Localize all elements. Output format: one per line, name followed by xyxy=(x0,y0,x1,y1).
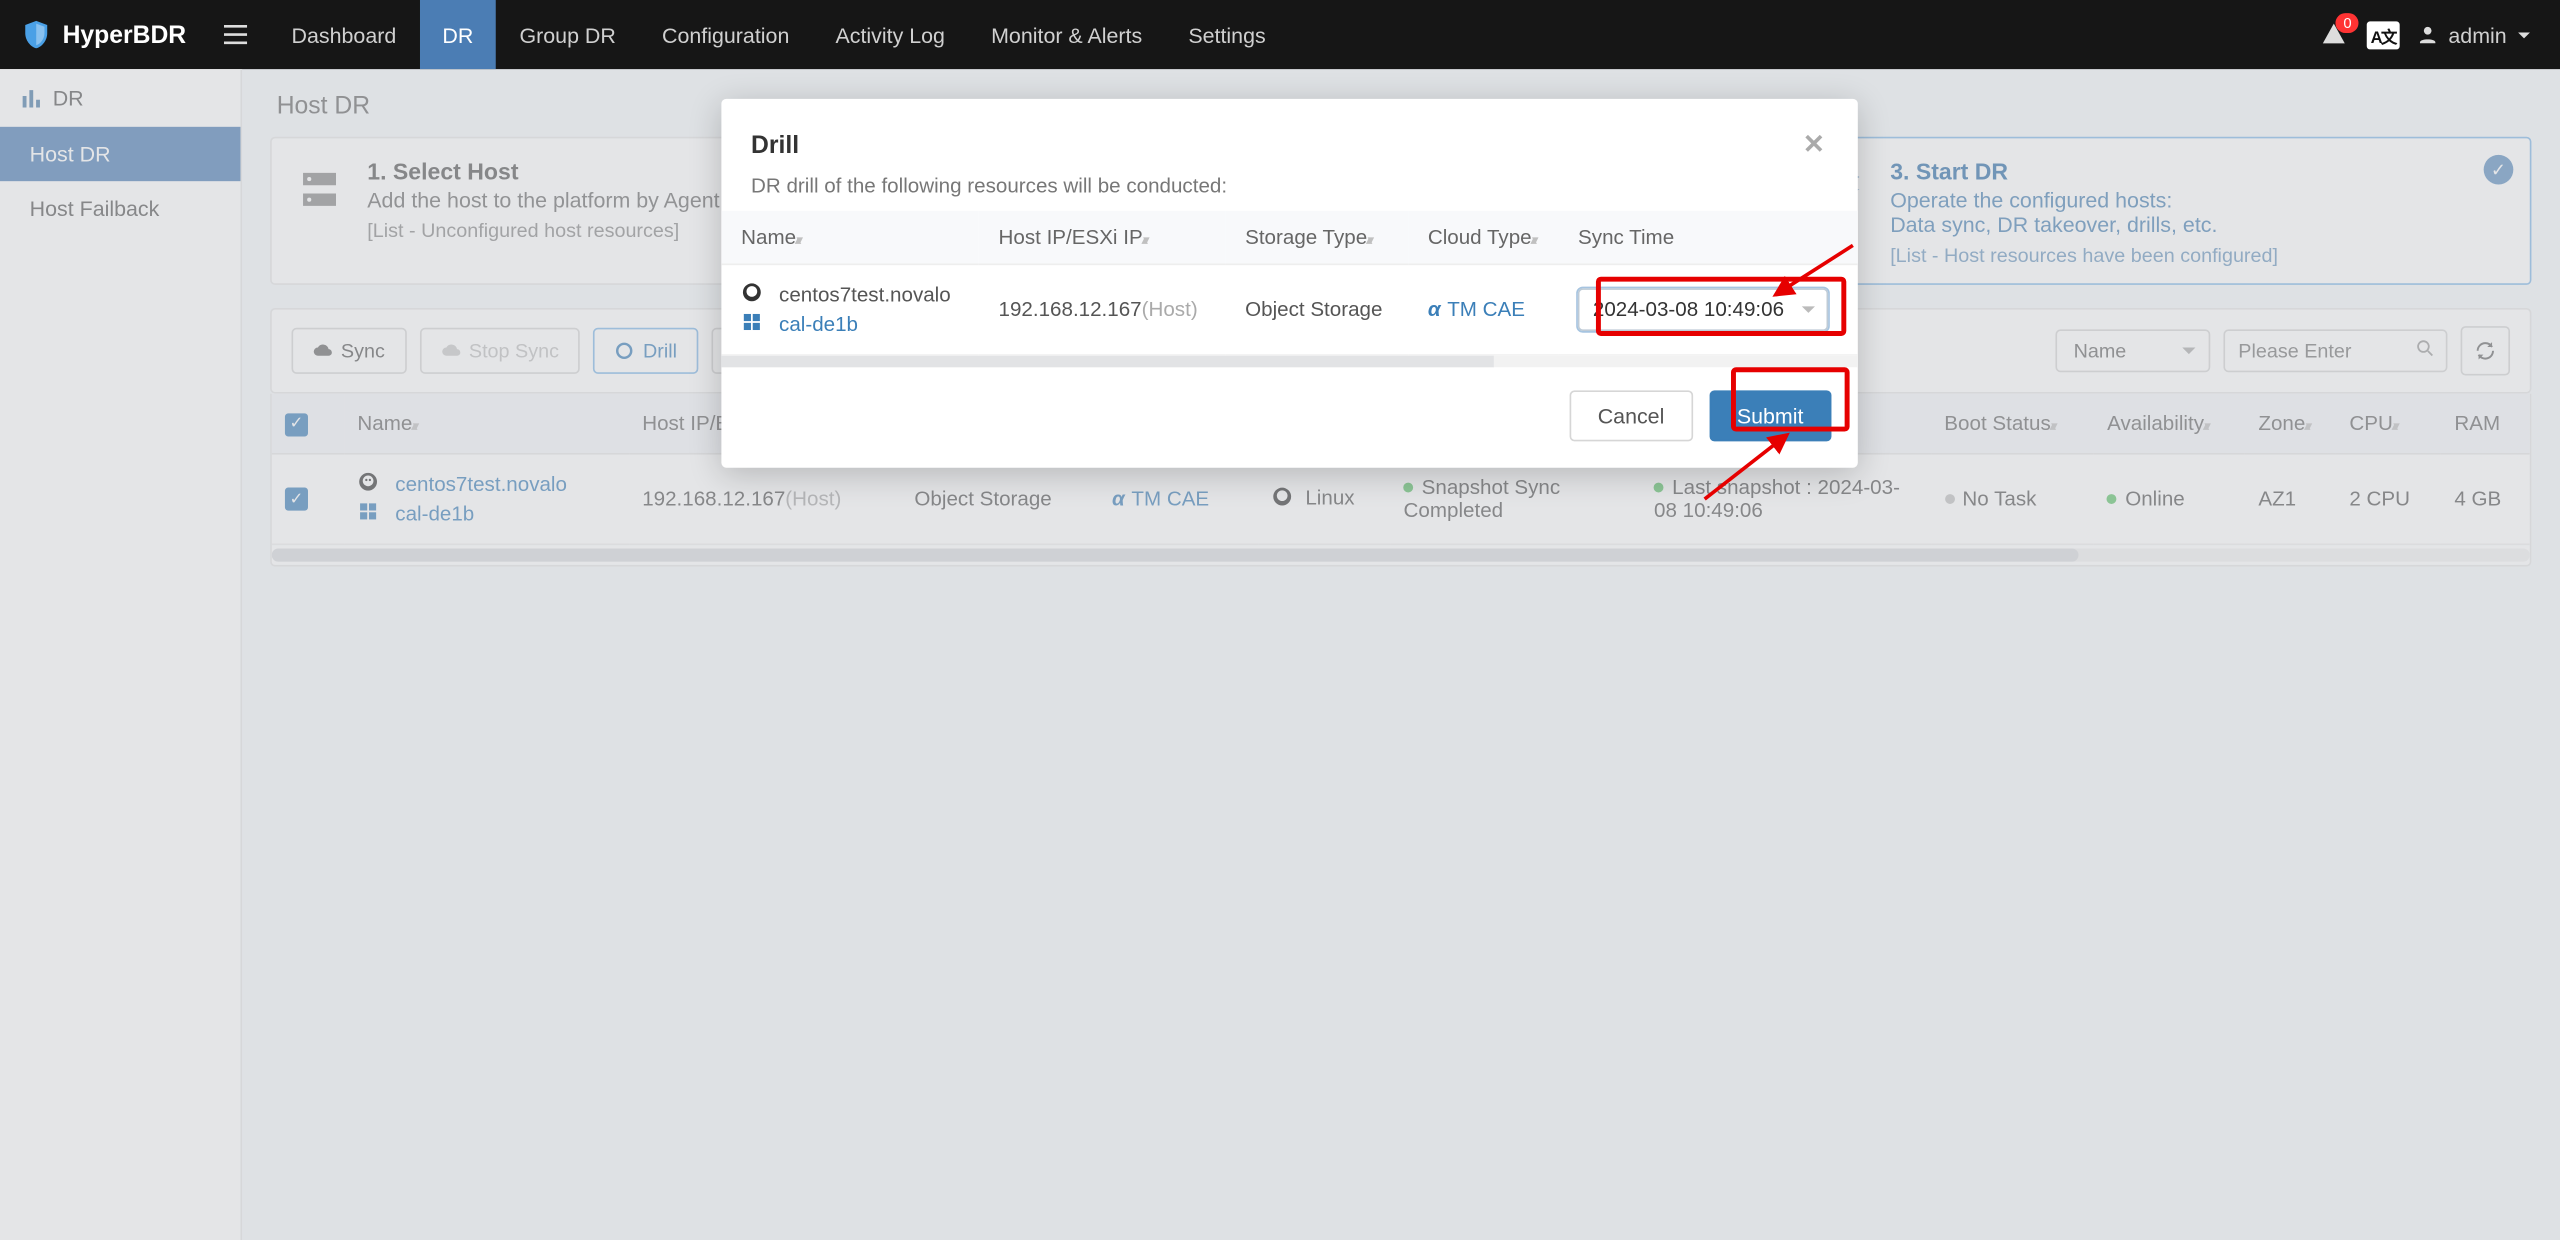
cloud-alpha-icon: α xyxy=(1428,298,1441,321)
modal-title: Drill xyxy=(751,131,799,159)
chevron-down-icon xyxy=(2517,27,2532,42)
shield-icon xyxy=(20,18,53,51)
mrow-name2: cal-de1b xyxy=(779,313,858,336)
modal-h-scrollbar[interactable] xyxy=(721,356,1857,368)
submit-button[interactable]: Submit xyxy=(1709,390,1832,441)
grid-icon xyxy=(741,311,762,337)
sync-time-select[interactable]: 2024-03-08 10:49:06 xyxy=(1578,288,1828,331)
notif-badge: 0 xyxy=(2336,13,2359,33)
nav-configuration[interactable]: Configuration xyxy=(639,0,812,69)
mrow-cloud: TM CAE xyxy=(1447,298,1525,321)
mcol-cloud[interactable]: Cloud Type xyxy=(1408,211,1558,265)
drill-modal: Drill ✕ DR drill of the following resour… xyxy=(721,99,1857,468)
nav-dashboard[interactable]: Dashboard xyxy=(268,0,419,69)
mrow-hostip-tag: (Host) xyxy=(1142,298,1198,321)
modal-table: Name Host IP/ESXi IP Storage Type Cloud … xyxy=(721,211,1857,356)
mrow-hostip: 192.168.12.167 xyxy=(999,298,1142,321)
nav-activity-log[interactable]: Activity Log xyxy=(812,0,968,69)
mcol-hostip[interactable]: Host IP/ESXi IP xyxy=(979,211,1226,265)
topbar: HyperBDR Dashboard DR Group DR Configura… xyxy=(0,0,2560,69)
nav-dr[interactable]: DR xyxy=(419,0,496,69)
language-toggle[interactable]: A文 xyxy=(2367,21,2399,49)
mcol-name[interactable]: Name xyxy=(721,211,978,265)
mcol-storage[interactable]: Storage Type xyxy=(1225,211,1408,265)
nav-monitor-alerts[interactable]: Monitor & Alerts xyxy=(968,0,1165,69)
nav-settings[interactable]: Settings xyxy=(1165,0,1288,69)
cancel-button[interactable]: Cancel xyxy=(1570,390,1693,441)
mcol-synctime[interactable]: Sync Time xyxy=(1558,211,1858,265)
user-menu[interactable]: admin xyxy=(2415,22,2531,47)
nav-group-dr[interactable]: Group DR xyxy=(496,0,639,69)
mrow-storage: Object Storage xyxy=(1225,264,1408,355)
main-nav: Dashboard DR Group DR Configuration Acti… xyxy=(268,0,1288,69)
user-label: admin xyxy=(2448,22,2506,47)
modal-desc: DR drill of the following resources will… xyxy=(721,175,1857,211)
brand-logo: HyperBDR xyxy=(0,18,203,51)
brand-name: HyperBDR xyxy=(63,21,187,49)
notifications-icon[interactable]: 0 xyxy=(2318,18,2351,51)
modal-row: centos7test.novalo cal-de1b 192.168.12.1… xyxy=(721,264,1857,355)
close-icon[interactable]: ✕ xyxy=(1800,125,1829,165)
linux-icon xyxy=(741,282,762,308)
mrow-name1: centos7test.novalo xyxy=(779,283,951,306)
menu-toggle-icon[interactable] xyxy=(203,0,269,69)
